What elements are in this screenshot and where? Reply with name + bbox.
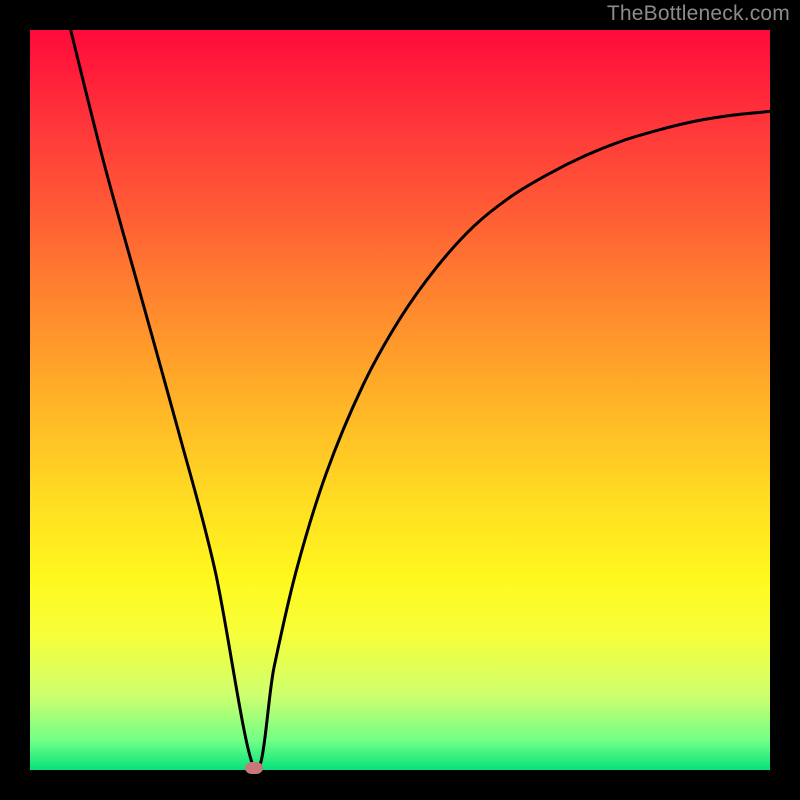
plot-area xyxy=(30,30,770,770)
bottleneck-curve xyxy=(71,30,770,770)
watermark-text: TheBottleneck.com xyxy=(607,2,790,26)
optimum-marker xyxy=(245,762,263,774)
curve-svg xyxy=(30,30,770,770)
chart-frame: TheBottleneck.com xyxy=(0,0,800,800)
